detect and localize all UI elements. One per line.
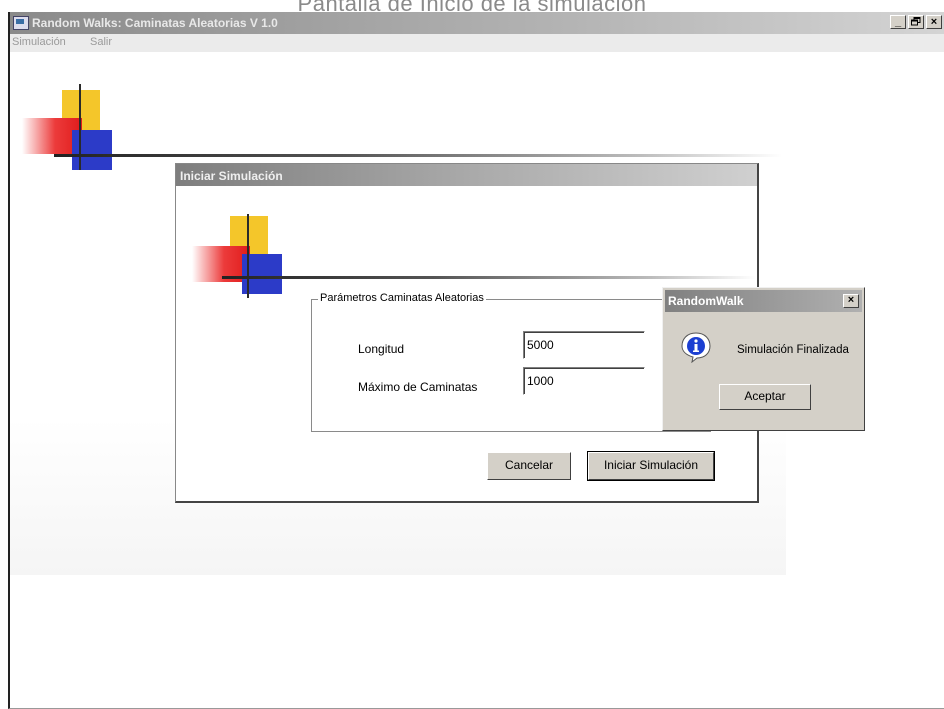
dialog-title: Iniciar Simulación (180, 169, 283, 183)
window-controls: _ × (890, 15, 942, 29)
app-icon[interactable] (13, 16, 29, 30)
message-box-close-button[interactable]: × (843, 294, 859, 308)
longitud-label: Longitud (358, 342, 405, 356)
dialog-titlebar[interactable]: Iniciar Simulación (176, 164, 757, 186)
main-titlebar[interactable]: Random Walks: Caminatas Aleatorias V 1.0… (10, 12, 944, 34)
randomwalk-message-box: RandomWalk × Simulación Finalizada Acept… (662, 287, 865, 431)
menu-simulacion[interactable]: Simulación (12, 36, 66, 48)
minimize-button[interactable]: _ (890, 15, 906, 29)
parametros-groupbox: Parámetros Caminatas Aleatorias Longitud… (311, 292, 711, 432)
menubar: Simulación Salir (10, 34, 944, 52)
maximo-caminatas-label: Máximo de Caminatas (358, 380, 478, 394)
window-title: Random Walks: Caminatas Aleatorias V 1.0 (32, 16, 278, 30)
longitud-input[interactable] (523, 331, 645, 359)
message-box-title: RandomWalk (668, 294, 744, 308)
close-button[interactable]: × (926, 15, 942, 29)
maximo-caminatas-input[interactable] (523, 367, 645, 395)
aceptar-button[interactable]: Aceptar (719, 384, 811, 410)
cancel-button[interactable]: Cancelar (487, 452, 571, 480)
start-simulation-button[interactable]: Iniciar Simulación (587, 451, 715, 481)
message-text: Simulación Finalizada (737, 344, 849, 356)
restore-button[interactable] (908, 15, 924, 29)
restore-icon (911, 17, 921, 26)
groupbox-label: Parámetros Caminatas Aleatorias (318, 292, 486, 304)
message-box-titlebar[interactable]: RandomWalk × (665, 290, 862, 312)
menu-salir[interactable]: Salir (90, 36, 112, 48)
info-icon (681, 332, 711, 363)
